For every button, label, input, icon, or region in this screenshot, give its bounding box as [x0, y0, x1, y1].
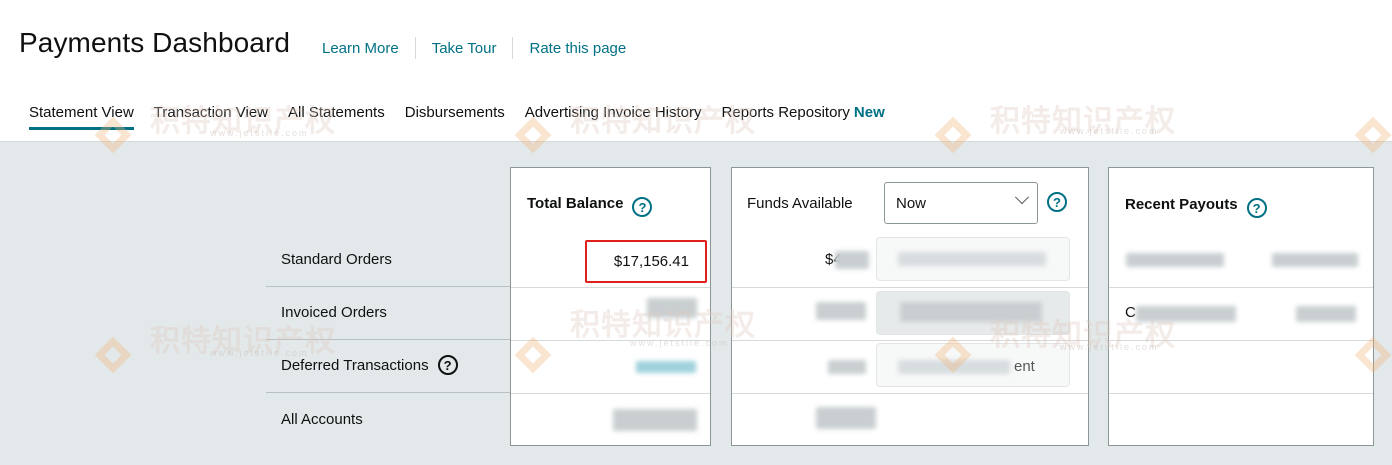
- tab-bar: Statement View Transaction View All Stat…: [29, 104, 905, 130]
- cell-divider: [511, 340, 710, 341]
- blurred-value: [816, 407, 876, 429]
- cell-divider: [1109, 340, 1373, 341]
- page-header: Payments Dashboard Learn More Take Tour …: [0, 0, 1392, 142]
- blurred-value: [816, 302, 866, 320]
- cell-divider: [1109, 287, 1373, 288]
- dropdown-option-partial: ent: [1014, 358, 1035, 375]
- row-label-standard-orders: Standard Orders: [281, 251, 392, 268]
- funds-timing-select[interactable]: Now: [884, 182, 1038, 224]
- new-badge: New: [853, 104, 885, 121]
- tab-disbursements[interactable]: Disbursements: [405, 104, 505, 127]
- learn-more-link[interactable]: Learn More: [322, 40, 399, 57]
- blurred-value: [1136, 306, 1236, 322]
- blurred-link: [636, 361, 696, 373]
- help-icon[interactable]: ?: [437, 355, 458, 375]
- row-divider: [266, 392, 510, 393]
- help-icon[interactable]: ?: [1246, 198, 1267, 218]
- row-divider: [266, 286, 510, 287]
- tab-reports-repository-label: Reports Repository: [721, 104, 850, 121]
- all-accounts-label: All Accounts: [281, 411, 363, 428]
- blurred-value: [613, 409, 697, 431]
- tab-all-statements[interactable]: All Statements: [288, 104, 385, 127]
- tab-reports-repository[interactable]: Reports Repository New: [722, 104, 885, 127]
- blurred-option-text: [900, 302, 1042, 322]
- payout-row2-prefix: C: [1125, 304, 1136, 321]
- rate-page-link[interactable]: Rate this page: [529, 40, 626, 57]
- recent-payouts-title: Recent Payouts ?: [1125, 190, 1267, 218]
- funds-available-title: Funds Available: [747, 195, 853, 212]
- cell-divider: [511, 393, 710, 394]
- row-label-deferred-transactions: Deferred Transactions ?: [281, 355, 458, 375]
- blurred-value: [1126, 253, 1224, 267]
- page-title: Payments Dashboard: [19, 27, 291, 58]
- cell-divider: [1109, 393, 1373, 394]
- cell-divider: [732, 393, 1088, 394]
- blurred-option-text: [898, 360, 1010, 374]
- invoiced-orders-label: Invoiced Orders: [281, 304, 387, 321]
- cell-divider: [511, 287, 710, 288]
- funds-available-label: Funds Available: [747, 195, 853, 212]
- link-divider: [414, 37, 416, 59]
- row-label-invoiced-orders: Invoiced Orders: [281, 304, 387, 321]
- row-divider: [266, 339, 510, 340]
- blurred-option-text: [898, 252, 1046, 266]
- blurred-value: [835, 251, 869, 269]
- total-balance-title: Total Balance ?: [527, 189, 653, 217]
- standard-balance-highlight: $17,156.41: [585, 240, 707, 283]
- row-label-all-accounts: All Accounts: [281, 411, 363, 428]
- help-icon[interactable]: ?: [1047, 192, 1067, 212]
- tab-statement-view[interactable]: Statement View: [29, 104, 134, 130]
- blurred-value: [1296, 306, 1356, 322]
- help-icon[interactable]: ?: [632, 197, 653, 217]
- chevron-down-icon: [1014, 190, 1030, 205]
- blurred-value: [1272, 253, 1358, 267]
- standard-orders-balance[interactable]: $17,156.41: [614, 253, 689, 270]
- tab-transaction-view[interactable]: Transaction View: [154, 104, 268, 127]
- header-links: Learn More Take Tour Rate this page: [322, 37, 626, 59]
- blurred-value: [828, 360, 866, 374]
- take-tour-link[interactable]: Take Tour: [432, 40, 497, 57]
- deferred-transactions-label: Deferred Transactions: [281, 356, 429, 374]
- standard-orders-label: Standard Orders: [281, 251, 392, 268]
- total-balance-label: Total Balance: [527, 194, 624, 212]
- funds-timing-value: Now: [896, 194, 927, 212]
- recent-payouts-label: Recent Payouts: [1125, 195, 1238, 213]
- tab-advertising-invoice-history[interactable]: Advertising Invoice History: [525, 104, 702, 127]
- blurred-value: [647, 298, 697, 318]
- link-divider: [512, 37, 514, 59]
